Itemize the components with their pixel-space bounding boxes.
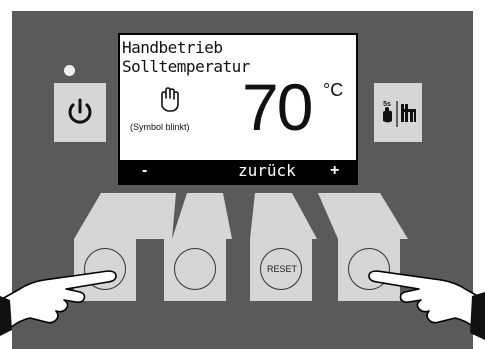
- control-panel: 5s Handbetrieb Solltemperatur (Symbol bl…: [0, 0, 485, 349]
- key-guide-1: [74, 193, 176, 239]
- key-guide-4: [318, 193, 408, 239]
- key-guide-3: [250, 193, 317, 239]
- reset-label: RESET: [266, 264, 297, 274]
- button-ring-1: [84, 248, 126, 290]
- button-ring-4: [348, 248, 390, 290]
- key-guides: [74, 193, 408, 239]
- key-guide-2: [172, 193, 232, 239]
- button-ring-2: [174, 248, 216, 290]
